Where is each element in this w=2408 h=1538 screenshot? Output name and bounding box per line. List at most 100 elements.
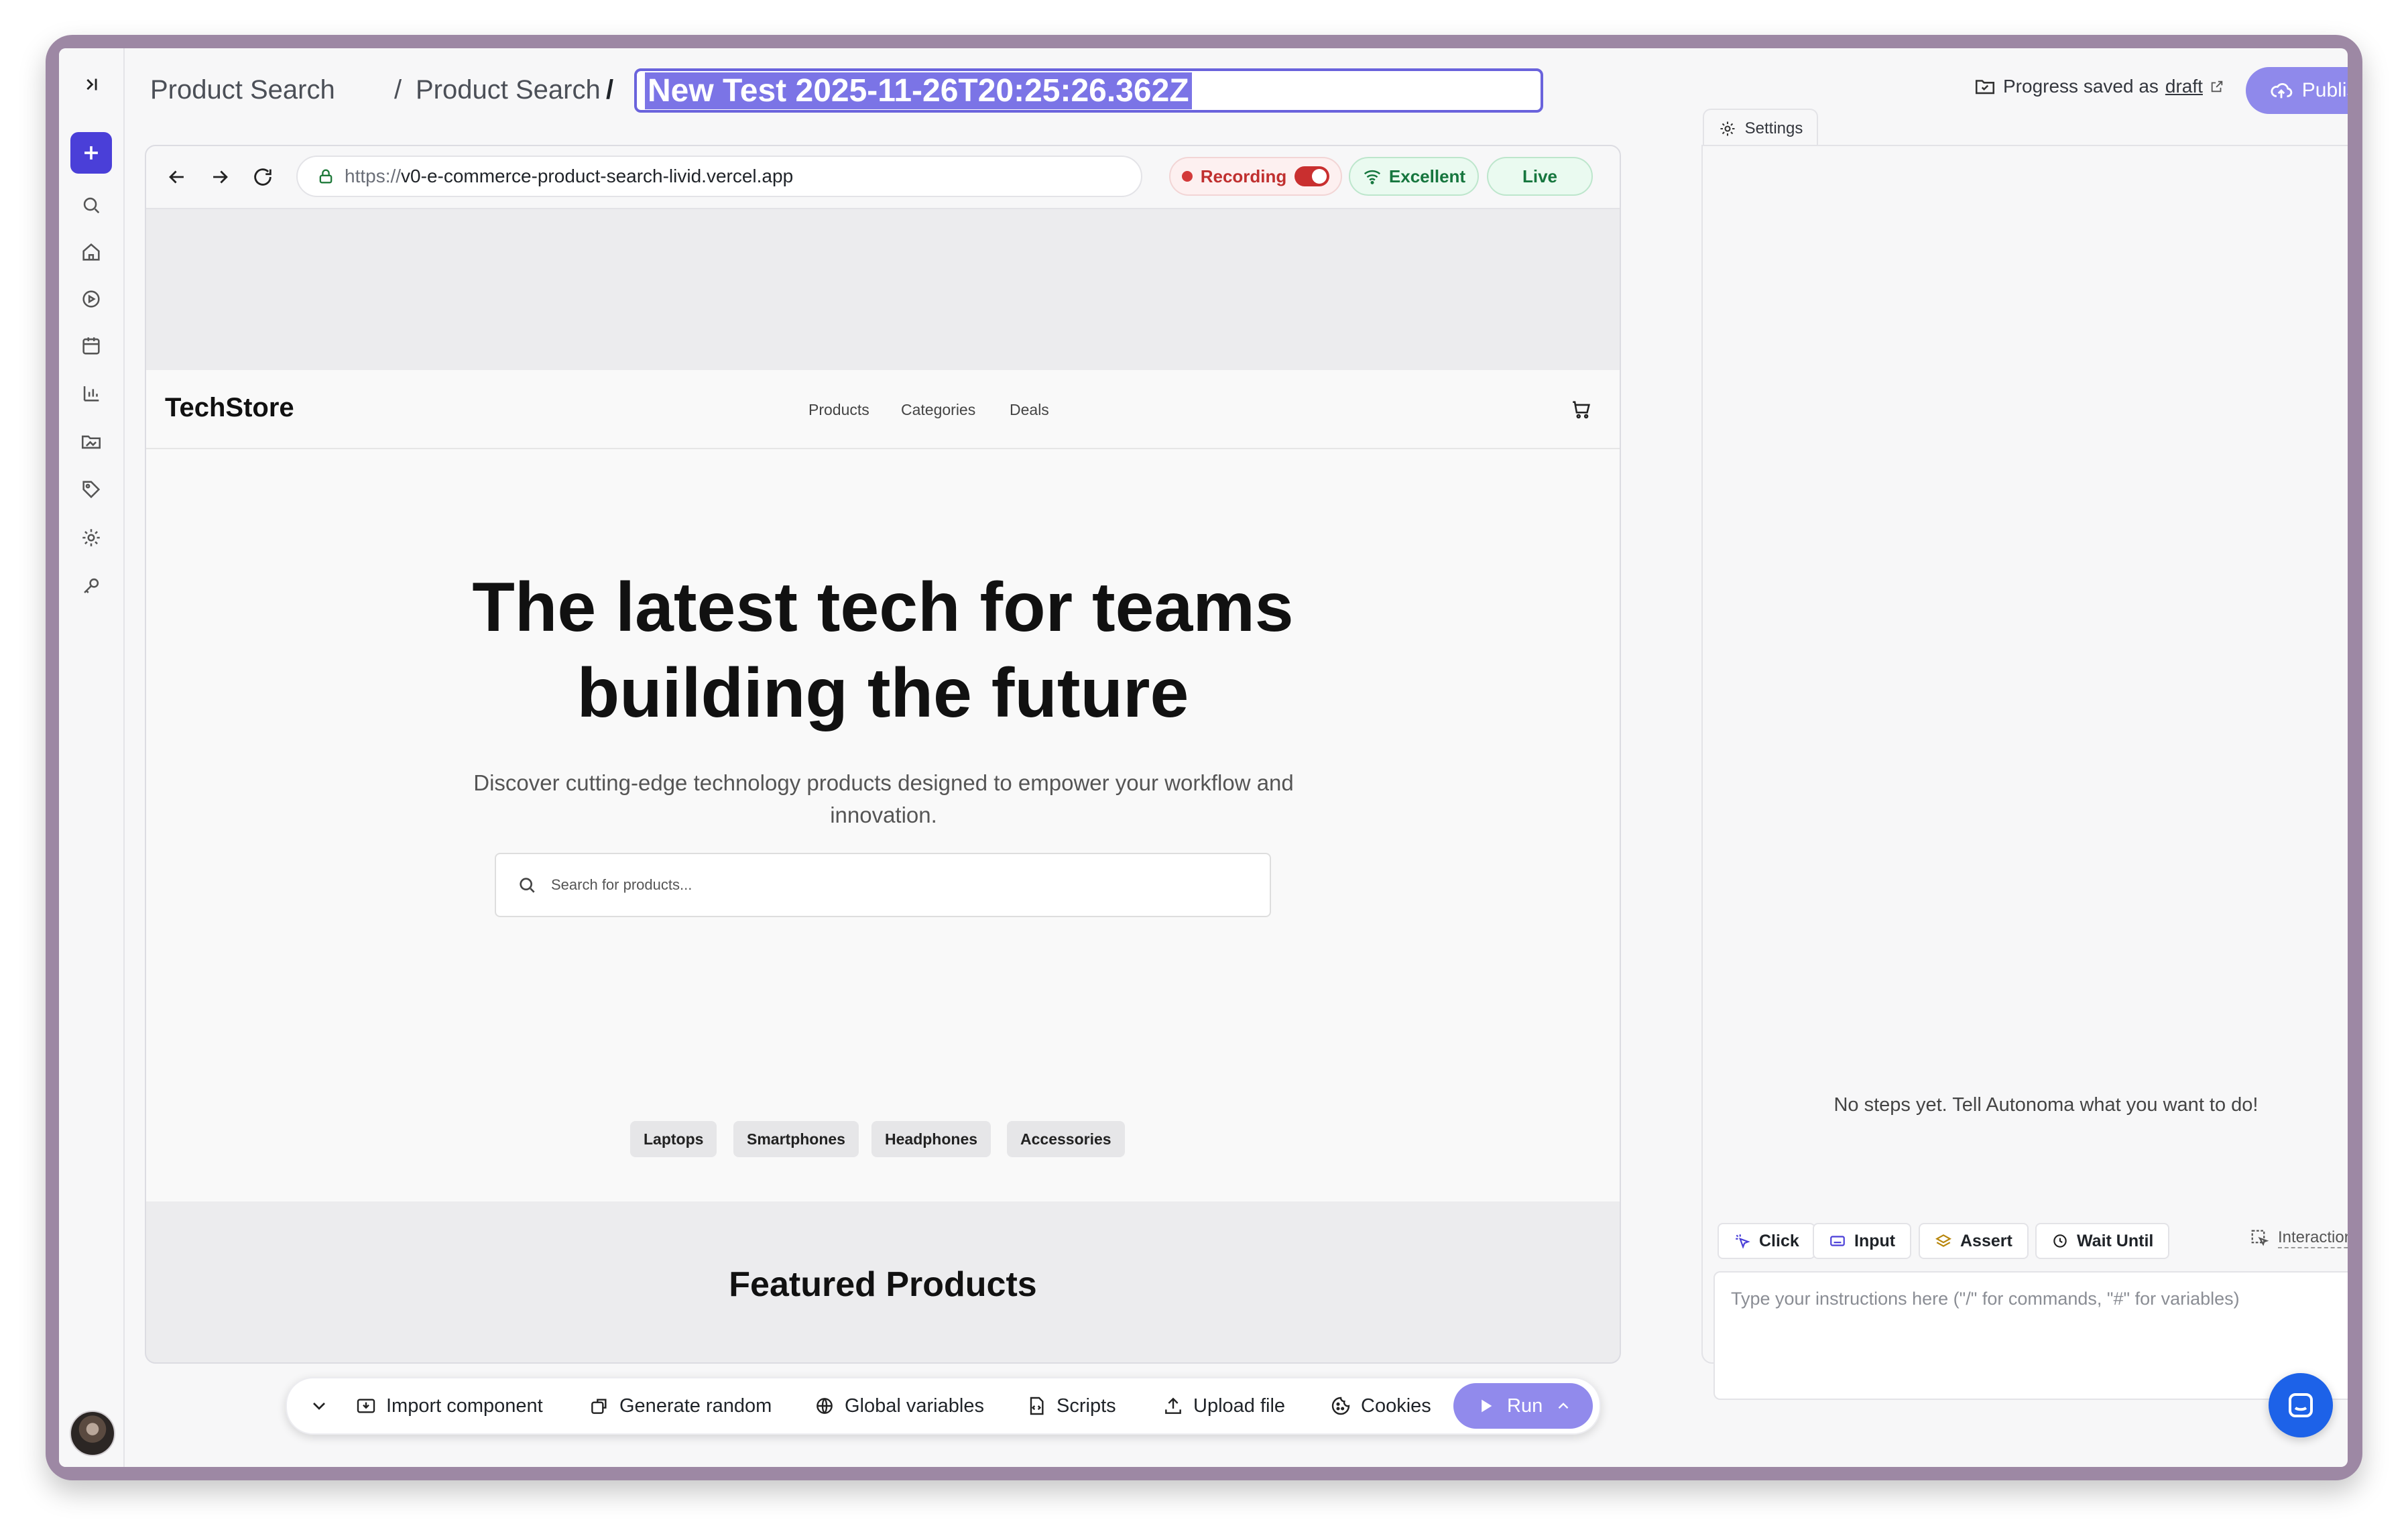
key-icon[interactable] [78,573,105,599]
recording-toggle[interactable]: Recording [1169,157,1342,196]
tab-settings[interactable]: Settings [1703,109,1818,147]
command-click-button[interactable]: Click [1718,1223,1815,1259]
search-icon[interactable] [78,192,105,219]
tag-smartphones[interactable]: Smartphones [733,1121,859,1157]
back-icon[interactable] [164,164,190,190]
run-label: Run [1507,1395,1543,1417]
interactions-icon [2251,1230,2269,1246]
test-title-input[interactable]: New Test 2025-11-26T20:25:26.362Z [634,68,1543,113]
interactions-toggle[interactable]: Interactions [2250,1228,2348,1248]
empty-steps-message: No steps yet. Tell Autonoma what you wan… [1833,1094,2259,1116]
hero-line-1: The latest tech for teams [472,569,1294,646]
upload-file-label: Upload file [1193,1395,1286,1417]
new-test-button[interactable] [70,132,112,174]
clock-icon [2053,1234,2067,1248]
search-placeholder: Search for products... [551,876,693,893]
tag-laptops[interactable]: Laptops [630,1121,717,1157]
gear-icon[interactable] [78,524,105,551]
command-wait-until-button[interactable]: Wait Until [2035,1223,2170,1259]
product-search-input[interactable]: Search for products... [495,853,1271,917]
external-link-icon[interactable] [2210,79,2224,94]
browser-preview: https:// v0-e-commerce-product-search-li… [145,145,1621,1364]
chat-launcher-button[interactable] [2269,1373,2333,1437]
wifi-icon [1364,170,1380,184]
chevron-up-icon[interactable] [1555,1397,1572,1415]
bottom-toolbar: Import component Generate random Global … [286,1377,1601,1435]
steps-panel: No steps yet. Tell Autonoma what you wan… [1701,145,2348,1400]
test-title-text: New Test 2025-11-26T20:25:26.362Z [645,72,1192,109]
live-badge: Live [1487,157,1593,196]
schedule-icon[interactable] [78,333,105,359]
generate-random-button[interactable]: Generate random [589,1378,772,1433]
keyboard-icon [1830,1236,1845,1246]
command-assert-label: Assert [1960,1231,2012,1250]
url-protocol: https:// [345,166,402,186]
cart-icon[interactable] [1570,398,1593,421]
globe-icon [817,1398,833,1414]
connection-label: Excellent [1388,166,1466,186]
import-component-button[interactable]: Import component [355,1378,543,1433]
site-nav-products[interactable]: Products [808,401,869,419]
upload-icon [1165,1397,1181,1414]
command-assert-button[interactable]: Assert [1919,1223,2029,1259]
website-viewport[interactable]: TechStore Products Categories Deals The … [146,370,1620,1304]
url-host: v0-e-commerce-product-search-livid.verce… [401,166,794,186]
folder-icon[interactable] [78,428,105,455]
tag-headphones[interactable]: Headphones [871,1121,991,1157]
live-label: Live [1522,166,1558,186]
recording-switch[interactable] [1295,166,1330,186]
recording-dot-icon [1181,171,1193,182]
site-nav-categories[interactable]: Categories [901,401,975,419]
chevron-down-icon[interactable] [308,1378,330,1433]
folder-check-icon [1975,80,1995,95]
progress-text: Progress saved as [2003,76,2159,97]
plus-icon [84,146,98,160]
global-variables-button[interactable]: Global variables [814,1378,984,1433]
sidebar [59,48,125,1467]
forward-icon[interactable] [206,164,233,190]
collapse-sidebar-icon[interactable] [78,71,105,98]
cookie-icon [1331,1397,1350,1415]
cookies-label: Cookies [1361,1395,1431,1417]
search-icon [520,878,535,893]
script-icon [1030,1397,1044,1415]
generate-random-label: Generate random [619,1395,772,1417]
interactions-label: Interactions [2278,1228,2348,1248]
site-nav-deals[interactable]: Deals [1010,401,1049,419]
breadcrumb-project[interactable]: Product Search [150,75,335,105]
reload-icon[interactable] [249,164,276,190]
settings-tab-label: Settings [1744,119,1803,137]
import-icon [357,1399,375,1413]
site-logo[interactable]: TechStore [165,393,294,423]
global-variables-label: Global variables [845,1395,984,1417]
tag-accessories[interactable]: Accessories [1007,1121,1125,1157]
tag-icon[interactable] [78,476,105,503]
connection-status-badge: Excellent [1349,157,1479,196]
app-window: Product Search / Product Search / New Te… [59,48,2348,1467]
publish-label: Publish [2301,79,2348,101]
chart-icon[interactable] [78,379,105,406]
draft-link[interactable]: draft [2165,76,2203,97]
generate-icon [591,1399,607,1414]
cloud-upload-icon [2271,82,2293,99]
top-bar: Product Search / Product Search / New Te… [123,48,2348,135]
breadcrumb-folder[interactable]: Product Search [416,75,601,105]
scripts-button[interactable]: Scripts [1026,1378,1116,1433]
home-icon[interactable] [78,239,105,265]
command-wait-until-label: Wait Until [2077,1231,2154,1250]
avatar[interactable] [70,1411,115,1456]
progress-status: Progress saved as draft [1974,75,2224,98]
hero-heading: The latest tech for teams building the f… [146,565,1620,736]
hero-line-2: building the future [577,654,1189,732]
recording-label: Recording [1200,166,1287,186]
lock-icon [319,169,333,184]
play-icon[interactable] [78,286,105,312]
browser-toolbar: https:// v0-e-commerce-product-search-li… [146,146,1620,209]
instructions-textarea[interactable]: Type your instructions here ("/" for com… [1713,1271,2348,1400]
url-bar[interactable]: https:// v0-e-commerce-product-search-li… [296,156,1142,197]
command-input-button[interactable]: Input [1813,1223,1912,1259]
publish-button[interactable]: Publish [2246,67,2348,114]
run-button[interactable]: Run [1453,1383,1593,1429]
cookies-button[interactable]: Cookies [1330,1378,1431,1433]
upload-file-button[interactable]: Upload file [1162,1378,1285,1433]
